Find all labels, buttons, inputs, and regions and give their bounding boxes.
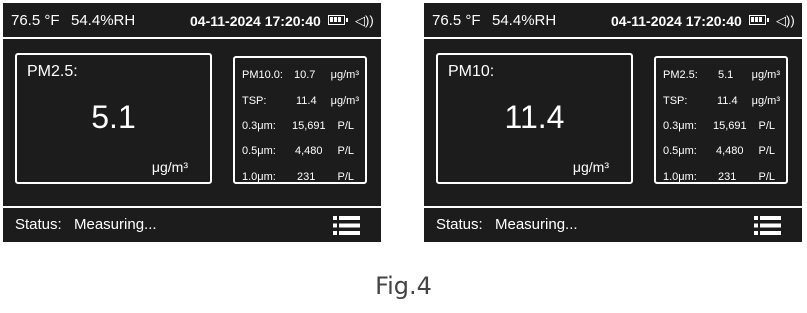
reading-unit: P/L [758, 145, 775, 157]
menu-icon[interactable] [754, 216, 781, 235]
reading-row: 0.5μm: 4,480 P/L [656, 143, 786, 159]
speaker-icon[interactable]: ◁)) [776, 3, 795, 39]
reading-row: 1.0μm: 231 P/L [656, 169, 786, 185]
main-reading-panel: PM2.5: 5.1 μg/m³ [15, 53, 212, 184]
main-reading-label: PM10: [448, 63, 495, 80]
device-screen-pm25: 76.5 °F 54.4%RH 04-11-2024 17:20:40 ◁)) … [3, 3, 381, 242]
figure-caption: Fig.4 [375, 272, 432, 300]
reading-unit: P/L [337, 171, 354, 183]
reading-value: 5.1 [718, 69, 734, 81]
reading-value: 11.4 [717, 95, 738, 107]
battery-icon [749, 15, 769, 25]
humidity-readout: 54.4%RH [71, 12, 136, 29]
status-value: Measuring... [74, 216, 157, 233]
status-label: Status: [15, 216, 62, 233]
top-status-bar: 76.5 °F 54.4%RH 04-11-2024 17:20:40 ◁)) [3, 3, 381, 39]
reading-label: 1.0μm: [242, 171, 276, 183]
reading-row: 0.5μm: 4,480 P/L [235, 143, 365, 159]
reading-label: 0.3μm: [242, 120, 276, 132]
reading-label: PM2.5: [663, 69, 698, 81]
main-reading-label: PM2.5: [27, 63, 78, 80]
reading-unit: μg/m³ [330, 69, 359, 81]
top-status-bar: 76.5 °F 54.4%RH 04-11-2024 17:20:40 ◁)) [424, 3, 802, 39]
status-label: Status: [436, 216, 483, 233]
status-value: Measuring... [495, 216, 578, 233]
main-reading-value: 11.4 [504, 99, 565, 135]
reading-unit: P/L [337, 120, 354, 132]
battery-icon [328, 15, 348, 25]
reading-row: PM10.0: 10.7 μg/m³ [235, 67, 365, 83]
bottom-status-bar: Status: Measuring... [3, 206, 381, 242]
device-screen-pm10: 76.5 °F 54.4%RH 04-11-2024 17:20:40 ◁)) … [424, 3, 802, 242]
reading-label: 0.5μm: [242, 145, 276, 157]
reading-label: 0.3μm: [663, 120, 697, 132]
reading-value: 15,691 [713, 120, 747, 132]
reading-label: TSP: [242, 95, 267, 107]
reading-row: TSP: 11.4 μg/m³ [235, 93, 365, 109]
reading-value: 4,480 [295, 145, 323, 157]
reading-unit: P/L [758, 120, 775, 132]
reading-label: TSP: [663, 95, 688, 107]
main-reading-unit: μg/m³ [572, 159, 609, 175]
temperature-readout: 76.5 °F [11, 12, 60, 29]
reading-unit: μg/m³ [751, 95, 780, 107]
reading-label: 1.0μm: [663, 171, 697, 183]
reading-row: PM2.5: 5.1 μg/m³ [656, 67, 786, 83]
reading-label: 0.5μm: [663, 145, 697, 157]
reading-unit: μg/m³ [330, 95, 359, 107]
bottom-status-bar: Status: Measuring... [424, 206, 802, 242]
temperature-readout: 76.5 °F [432, 12, 481, 29]
reading-unit: P/L [758, 171, 775, 183]
datetime-readout: 04-11-2024 17:20:40 [190, 13, 321, 29]
main-reading-panel: PM10: 11.4 μg/m³ [436, 53, 633, 184]
menu-icon[interactable] [333, 216, 360, 235]
reading-value: 231 [297, 171, 316, 183]
reading-value: 4,480 [716, 145, 744, 157]
humidity-readout: 54.4%RH [492, 12, 557, 29]
reading-row: 1.0μm: 231 P/L [235, 169, 365, 185]
reading-unit: P/L [337, 145, 354, 157]
reading-value: 10.7 [294, 69, 316, 81]
reading-value: 15,691 [292, 120, 326, 132]
secondary-readings-panel: PM2.5: 5.1 μg/m³ TSP: 11.4 μg/m³ 0.3μm: … [654, 56, 788, 184]
reading-row: 0.3μm: 15,691 P/L [656, 118, 786, 134]
main-reading-unit: μg/m³ [151, 159, 188, 175]
main-reading-value: 5.1 [91, 99, 136, 135]
secondary-readings-panel: PM10.0: 10.7 μg/m³ TSP: 11.4 μg/m³ 0.3μm… [233, 56, 367, 184]
speaker-icon[interactable]: ◁)) [355, 3, 374, 39]
datetime-readout: 04-11-2024 17:20:40 [611, 13, 742, 29]
reading-label: PM10.0: [242, 69, 283, 81]
reading-row: 0.3μm: 15,691 P/L [235, 118, 365, 134]
reading-unit: μg/m³ [751, 69, 780, 81]
reading-value: 11.4 [296, 95, 317, 107]
reading-row: TSP: 11.4 μg/m³ [656, 93, 786, 109]
reading-value: 231 [718, 171, 737, 183]
